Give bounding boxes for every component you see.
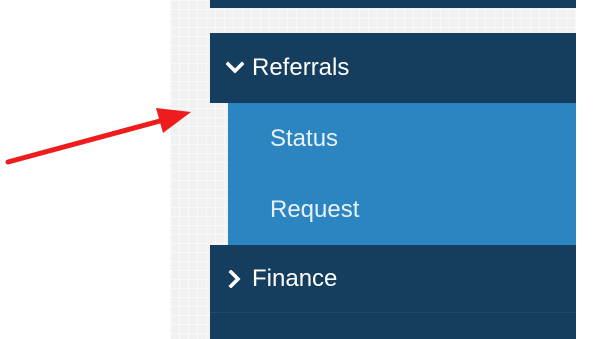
annotation-arrow-icon [5,108,191,165]
